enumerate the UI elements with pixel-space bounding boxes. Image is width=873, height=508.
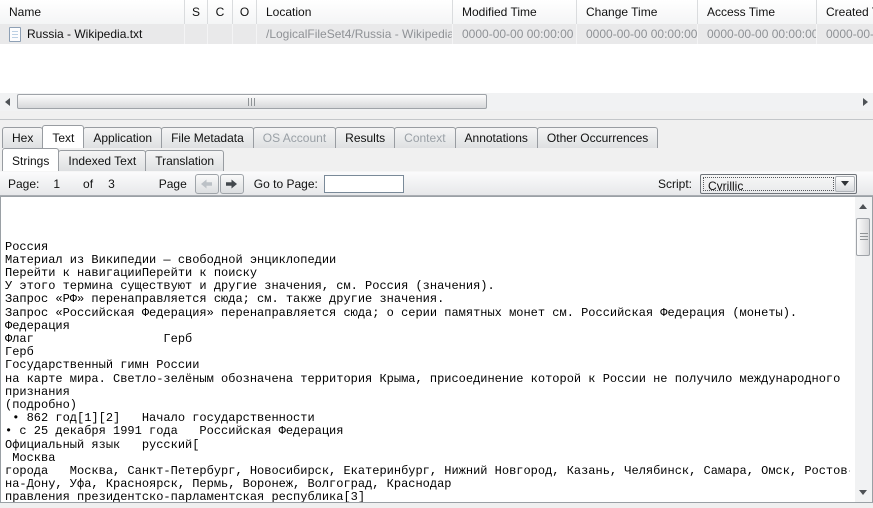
- text-line: Запрос «РФ» перенаправляется сюда; см. т…: [5, 293, 850, 306]
- name-cell: Russia - Wikipedia.txt: [0, 24, 185, 44]
- down-triangle-icon: [841, 181, 849, 186]
- arrow-left-icon: [200, 179, 213, 189]
- scrollbar-grip-icon: [860, 233, 868, 241]
- location-cell: /LogicalFileSet4/Russia - Wikipedia.txt: [257, 24, 453, 44]
- strings-text-viewer[interactable]: РоссияМатериал из Википедии — свободной …: [0, 196, 873, 503]
- vertical-scrollbar-thumb[interactable]: [856, 218, 870, 256]
- horizontal-scrollbar-thumb[interactable]: [17, 94, 487, 109]
- change-time-cell: 0000-00-00 00:00:00: [577, 24, 698, 44]
- pager-toolbar: Page: 1 of 3 Page Go to Page: Script: Cy…: [0, 171, 873, 196]
- text-content: РоссияМатериал из Википедии — свободной …: [5, 201, 850, 503]
- text-line: Россия: [5, 241, 850, 254]
- scroll-up-arrow-icon[interactable]: [859, 204, 867, 209]
- created-time-cell: 0000-00-00 00:00:00: [817, 24, 873, 44]
- column-header[interactable]: Created Time: [817, 0, 873, 24]
- text-line: • с 25 декабря 1991 года Российская Феде…: [5, 425, 850, 438]
- pager-label: Page: [159, 177, 187, 191]
- viewer-tab[interactable]: Hex: [2, 127, 43, 148]
- vertical-scrollbar[interactable]: [855, 197, 872, 502]
- viewer-tab: Context: [394, 127, 455, 148]
- column-header[interactable]: Change Time: [577, 0, 698, 24]
- text-sub-tab[interactable]: Translation: [145, 150, 224, 171]
- page-current: 1: [53, 177, 60, 191]
- o-cell: [233, 24, 257, 44]
- modified-time-cell: 0000-00-00 00:00:00: [453, 24, 577, 44]
- text-line: правления президентско-парламентская рес…: [5, 491, 850, 503]
- script-dropdown[interactable]: Cyrillic: [700, 174, 857, 194]
- column-header[interactable]: Access Time: [698, 0, 817, 24]
- text-line: Государственный гимн России: [5, 359, 850, 372]
- s-cell: [185, 24, 208, 44]
- text-line: признания: [5, 386, 850, 399]
- column-header[interactable]: Name: [0, 0, 185, 24]
- scroll-right-arrow-icon[interactable]: [863, 98, 868, 106]
- access-time-cell: 0000-00-00 00:00:00: [698, 24, 817, 44]
- viewer-tab: OS Account: [253, 127, 336, 148]
- page-of-label: of: [83, 177, 93, 191]
- next-page-button[interactable]: [220, 174, 244, 194]
- horizontal-scrollbar[interactable]: [0, 93, 873, 111]
- viewer-tab[interactable]: Results: [335, 127, 395, 148]
- viewer-tab[interactable]: Application: [83, 127, 162, 148]
- column-header[interactable]: Modified Time: [453, 0, 577, 24]
- column-header[interactable]: C: [208, 0, 233, 24]
- text-sub-tab[interactable]: Indexed Text: [58, 150, 146, 171]
- document-icon: [9, 27, 21, 42]
- page-label: Page:: [8, 177, 39, 191]
- goto-page-input[interactable]: [324, 175, 404, 193]
- text-line: Официальный язык русский[: [5, 439, 850, 452]
- goto-page-label: Go to Page:: [254, 177, 318, 191]
- column-header[interactable]: S: [185, 0, 208, 24]
- column-header[interactable]: Location: [257, 0, 453, 24]
- chevron-down-icon[interactable]: [835, 176, 855, 192]
- text-sub-tabs: StringsIndexed TextTranslation: [2, 148, 224, 171]
- viewer-tab[interactable]: Other Occurrences: [537, 127, 658, 148]
- viewer-tab[interactable]: Annotations: [455, 127, 538, 148]
- text-line: Флаг Герб: [5, 333, 850, 346]
- viewer-tab[interactable]: File Metadata: [161, 127, 254, 148]
- file-table-header: NameSCOLocationModified TimeChange TimeA…: [0, 0, 873, 24]
- viewer-tab[interactable]: Text: [42, 125, 84, 148]
- text-line: Запрос «Российская Федерация» перенаправ…: [5, 307, 850, 320]
- text-sub-tab[interactable]: Strings: [2, 148, 59, 171]
- scroll-down-arrow-icon[interactable]: [859, 490, 867, 495]
- panel-divider: [0, 119, 873, 120]
- file-table: NameSCOLocationModified TimeChange TimeA…: [0, 0, 873, 93]
- arrow-right-icon: [225, 179, 238, 189]
- previous-page-button: [195, 174, 219, 194]
- page-total: 3: [108, 177, 115, 191]
- c-cell: [208, 24, 233, 44]
- text-line: на карте мира. Светло-зелёным обозначена…: [5, 373, 850, 386]
- script-label: Script:: [658, 177, 692, 191]
- scrollbar-grip-icon: [248, 98, 255, 106]
- column-header[interactable]: O: [233, 0, 257, 24]
- script-selected-value: Cyrillic: [703, 177, 834, 191]
- file-row[interactable]: Russia - Wikipedia.txt /LogicalFileSet4/…: [0, 24, 873, 44]
- file-name: Russia - Wikipedia.txt: [27, 27, 142, 41]
- viewer-tabs: HexTextApplicationFile MetadataOS Accoun…: [2, 125, 658, 148]
- scroll-left-arrow-icon[interactable]: [5, 98, 10, 106]
